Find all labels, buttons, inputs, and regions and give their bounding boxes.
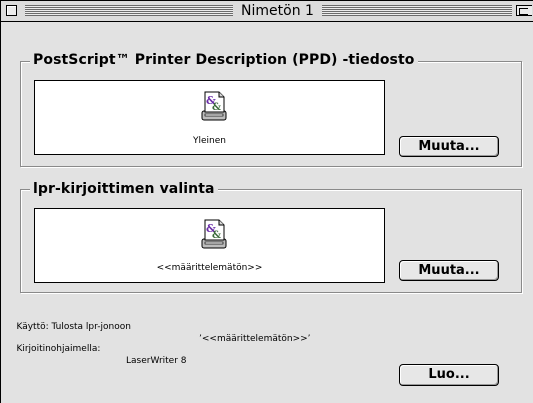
svg-text:&: &	[212, 102, 221, 113]
title-bar[interactable]: Nimetön 1	[1, 1, 533, 22]
title-bar-stripes-left	[25, 5, 233, 16]
svg-text:&: &	[212, 230, 221, 241]
lpr-printer-name: <<määrittelemätön>>	[156, 263, 263, 273]
lpr-group-label: lpr-kirjoittimen valinta	[30, 181, 218, 197]
driver-value: LaserWriter 8	[126, 356, 187, 366]
change-ppd-button[interactable]: Muuta...	[399, 136, 499, 157]
ppd-group-label: PostScript™ Printer Description (PPD) -t…	[30, 52, 418, 68]
lpr-printer-well[interactable]: & & <<määrittelemätön>>	[34, 208, 385, 283]
document-icon: & &	[201, 91, 227, 121]
document-icon: & &	[201, 219, 227, 249]
ppd-file-well[interactable]: & & Yleinen	[34, 80, 385, 155]
zoom-box-icon[interactable]	[516, 5, 532, 16]
create-button[interactable]: Luo...	[399, 364, 499, 386]
ppd-file-name: Yleinen	[193, 136, 226, 146]
usage-value: ’<<määrittelemätön>>’	[199, 334, 311, 344]
driver-info: Kirjoitinohjaimella: LaserWriter 8	[5, 331, 186, 379]
driver-label: Kirjoitinohjaimella:	[16, 344, 101, 354]
change-lpr-printer-button[interactable]: Muuta...	[399, 260, 499, 281]
desktop-printer-utility-window: Nimetön 1 PostScript™ Printer Descriptio…	[0, 0, 533, 403]
close-box-icon[interactable]	[6, 5, 17, 16]
title-bar-stripes-right	[322, 5, 512, 16]
window-title: Nimetön 1	[241, 3, 314, 19]
